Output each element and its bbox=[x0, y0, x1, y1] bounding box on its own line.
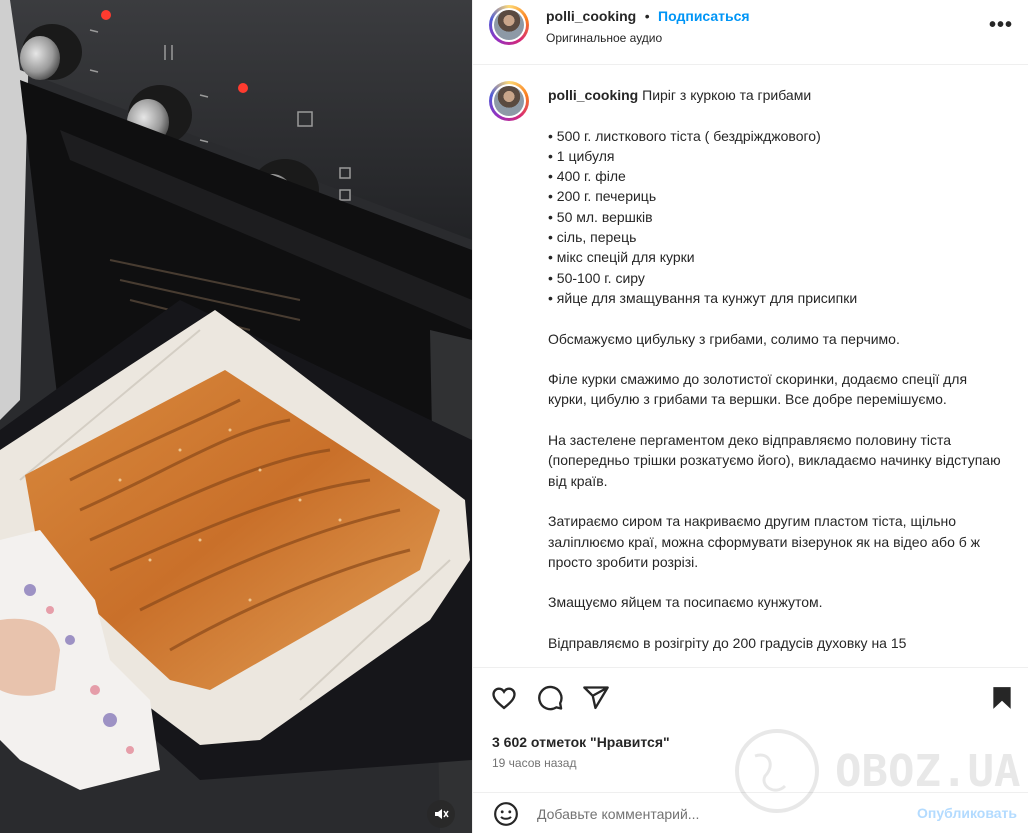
caption-section: polli_cooking Пиріг з куркою та грибами … bbox=[473, 65, 1028, 667]
heart-icon bbox=[492, 687, 516, 710]
comment-bar: Опубликовать bbox=[473, 792, 1028, 835]
caption-body: • 500 г. листкового тіста ( бездріжджово… bbox=[548, 127, 1001, 652]
post-video[interactable] bbox=[0, 0, 472, 833]
author-avatar[interactable] bbox=[489, 5, 529, 45]
caption-avatar[interactable] bbox=[489, 81, 529, 121]
video-frame-illustration bbox=[0, 0, 472, 833]
comment-input[interactable] bbox=[535, 805, 839, 823]
post-time[interactable]: 19 часов назад bbox=[492, 756, 576, 770]
share-icon bbox=[583, 686, 609, 710]
bookmark-icon bbox=[993, 687, 1011, 709]
likes-count[interactable]: 3 602 отметок "Нравится" bbox=[492, 734, 670, 750]
mute-icon bbox=[435, 809, 449, 819]
like-button[interactable] bbox=[490, 684, 518, 717]
publish-button[interactable]: Опубликовать bbox=[917, 805, 1017, 821]
emoji-icon bbox=[494, 802, 518, 826]
audio-label[interactable]: Оригинальное аудио bbox=[546, 31, 662, 45]
emoji-button[interactable] bbox=[493, 801, 519, 832]
action-section: 3 602 отметок "Нравится" 19 часов назад … bbox=[473, 667, 1028, 834]
comment-icon bbox=[538, 685, 563, 711]
mute-button[interactable] bbox=[427, 800, 455, 828]
share-button[interactable] bbox=[582, 684, 610, 717]
caption-username[interactable]: polli_cooking bbox=[548, 87, 638, 103]
comment-button[interactable] bbox=[536, 684, 564, 717]
separator-dot: • bbox=[644, 8, 650, 24]
post-details-panel: polli_cooking • Подписаться Оригинальное… bbox=[472, 0, 1028, 833]
caption-title: Пиріг з куркою та грибами bbox=[642, 87, 812, 103]
follow-button[interactable]: Подписаться bbox=[658, 8, 750, 24]
save-button[interactable] bbox=[989, 684, 1015, 717]
author-username[interactable]: polli_cooking bbox=[546, 8, 636, 24]
caption-text: polli_cooking Пиріг з куркою та грибами … bbox=[548, 85, 1008, 653]
more-icon[interactable]: ••• bbox=[989, 14, 1013, 37]
post-header: polli_cooking • Подписаться Оригинальное… bbox=[473, 0, 1028, 65]
